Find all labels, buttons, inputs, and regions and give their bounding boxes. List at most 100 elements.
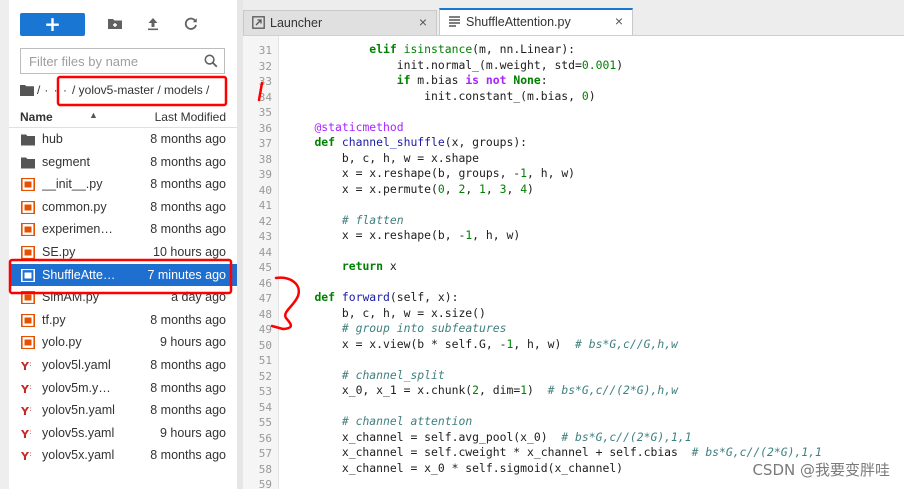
file-row[interactable]: tf.py 8 months ago	[9, 309, 237, 332]
breadcrumb-path[interactable]: / yolov5-master / models /	[72, 83, 209, 97]
line-number: 58	[258, 462, 272, 476]
file-modified: 8 months ago	[150, 222, 226, 237]
line-number: 50	[258, 338, 272, 352]
file-row[interactable]: segment 8 months ago	[9, 151, 237, 174]
file-modified: 10 hours ago	[153, 244, 226, 259]
file-row[interactable]: Y: yolov5n.yaml 8 months ago	[9, 399, 237, 422]
line-number: 57	[258, 447, 272, 460]
line-number: 41	[258, 199, 272, 212]
column-name-header[interactable]: Name	[20, 110, 53, 124]
file-modified: 8 months ago	[150, 199, 226, 214]
file-modified: 8 months ago	[150, 448, 226, 463]
file-row[interactable]: Y: yolov5s.yaml 9 hours ago	[9, 422, 237, 445]
file-name: SE.py	[42, 244, 76, 259]
line-number: 55	[258, 416, 272, 429]
file-row[interactable]: __init__.py 8 months ago	[9, 173, 237, 196]
file-name: hub	[42, 132, 63, 146]
line-number: 44	[258, 245, 272, 259]
code-line: # flatten	[341, 212, 404, 227]
file-row[interactable]: common.py 8 months ago	[9, 196, 237, 219]
new-launcher-button[interactable]: +	[20, 12, 85, 36]
code-line: x_0, x_1 = x.chunk(2, dim=1) # bs*G,c//(…	[287, 383, 678, 397]
python-file-icon	[21, 313, 35, 327]
svg-text::: :	[30, 405, 32, 413]
search-icon	[204, 54, 218, 68]
svg-text::: :	[30, 450, 32, 458]
yaml-file-icon: Y:	[21, 404, 35, 417]
code-line: return x	[341, 259, 397, 273]
file-list: hub 8 months ago segment 8 months ago __init…	[9, 128, 237, 467]
tab-label: Launcher	[270, 16, 323, 30]
file-modified: 7 minutes ago	[147, 267, 226, 282]
code-line: # channel_split	[341, 367, 445, 382]
code-line: init.normal_(m.weight, std=0.001)	[287, 57, 624, 72]
code-line: x_channel = x_0 * self.sigmoid(x_channel…	[287, 460, 624, 475]
code-line: def forward(self, x):	[314, 290, 459, 304]
text-file-icon	[449, 16, 460, 27]
file-name: yolov5n.yaml	[42, 403, 115, 418]
left-activity-strip	[0, 0, 9, 489]
line-number: 33	[258, 75, 272, 88]
line-number: 52	[258, 369, 272, 383]
code-line: x = x.reshape(b, groups, -1, h, w)	[287, 166, 576, 180]
line-number: 36	[258, 121, 272, 135]
tab-launcher[interactable]: Launcher ×	[243, 10, 437, 35]
python-file-icon	[21, 223, 35, 237]
line-number: 56	[258, 431, 272, 445]
code-line: @staticmethod	[314, 119, 404, 134]
yaml-file-icon: Y:	[21, 359, 35, 372]
file-modified: 8 months ago	[150, 357, 226, 372]
refresh-icon[interactable]	[183, 16, 199, 32]
close-icon[interactable]: ×	[615, 13, 623, 29]
file-modified: 8 months ago	[150, 177, 226, 192]
file-row[interactable]: Y: yolov5l.yaml 8 months ago	[9, 354, 237, 377]
svg-text::: :	[30, 428, 32, 436]
tab-shuffleattention[interactable]: ShuffleAttention.py ×	[439, 8, 633, 35]
file-name: yolo.py	[42, 335, 82, 350]
code-line: init.constant_(m.bias, 0)	[287, 88, 596, 103]
svg-text::: :	[30, 383, 32, 391]
sort-ascending-icon[interactable]: ▲	[89, 110, 98, 120]
file-name: yolov5x.yaml	[42, 448, 115, 463]
file-row[interactable]: SE.py 10 hours ago	[9, 241, 237, 264]
line-number: 47	[258, 292, 272, 305]
file-modified: 8 months ago	[150, 312, 226, 327]
breadcrumb-root[interactable]: /	[37, 83, 40, 97]
line-number-gutter: 31 32 33 34 35 36 37 38 39 40 41 42 43 44 45 46 47 48 49 50…	[243, 36, 279, 489]
file-row[interactable]: hub 8 months ago	[9, 128, 237, 151]
file-browser-panel: + / · · · / yolov5-master / models / Nam…	[0, 0, 237, 489]
line-number: 34	[258, 90, 272, 104]
column-last-modified-header[interactable]: Last Modified	[155, 110, 226, 124]
file-row[interactable]: SimAM.py a day ago	[9, 286, 237, 309]
python-file-icon	[21, 178, 35, 192]
code-line: x = x.reshape(b, -1, h, w)	[287, 228, 521, 242]
editor-tab-bar: Launcher × ShuffleAttention.py ×	[243, 0, 904, 36]
file-name: yolov5l.yaml	[42, 357, 111, 372]
yaml-file-icon: Y:	[21, 449, 35, 462]
file-list-header: Name ▲ Last Modified	[9, 106, 237, 128]
line-number: 32	[258, 59, 272, 73]
file-name: segment	[42, 154, 90, 169]
line-number: 40	[258, 183, 272, 197]
breadcrumb: / · · · / yolov5-master / models /	[20, 80, 209, 100]
line-number: 42	[258, 214, 272, 228]
file-row[interactable]: yolo.py 9 hours ago	[9, 331, 237, 354]
new-folder-icon[interactable]	[107, 16, 123, 32]
filter-files-input[interactable]	[21, 49, 201, 73]
folder-home-icon[interactable]	[20, 84, 34, 96]
close-icon[interactable]: ×	[419, 14, 427, 30]
file-browser-toolbar: +	[20, 12, 199, 36]
file-name: experimen…	[42, 222, 113, 237]
file-row[interactable]: experimen… 8 months ago	[9, 218, 237, 241]
file-name: ShuffleAtte…	[42, 267, 116, 282]
file-name: yolov5m.y…	[42, 380, 111, 395]
code-editor[interactable]: 31 32 33 34 35 36 37 38 39 40 41 42 43 44 45 46 47 48 49 50…	[243, 36, 904, 489]
file-row[interactable]: Y: yolov5m.y… 8 months ago	[9, 377, 237, 400]
breadcrumb-ellipsis[interactable]: · · ·	[44, 83, 68, 97]
file-row[interactable]: Y: yolov5x.yaml 8 months ago	[9, 444, 237, 467]
line-number: 49	[258, 323, 272, 336]
line-number: 35	[258, 106, 272, 119]
upload-icon[interactable]	[145, 16, 161, 32]
code-line: x_channel = self.avg_pool(x_0) # bs*G,c/…	[287, 429, 692, 444]
file-row[interactable]: ShuffleAtte… 7 minutes ago	[9, 263, 237, 287]
